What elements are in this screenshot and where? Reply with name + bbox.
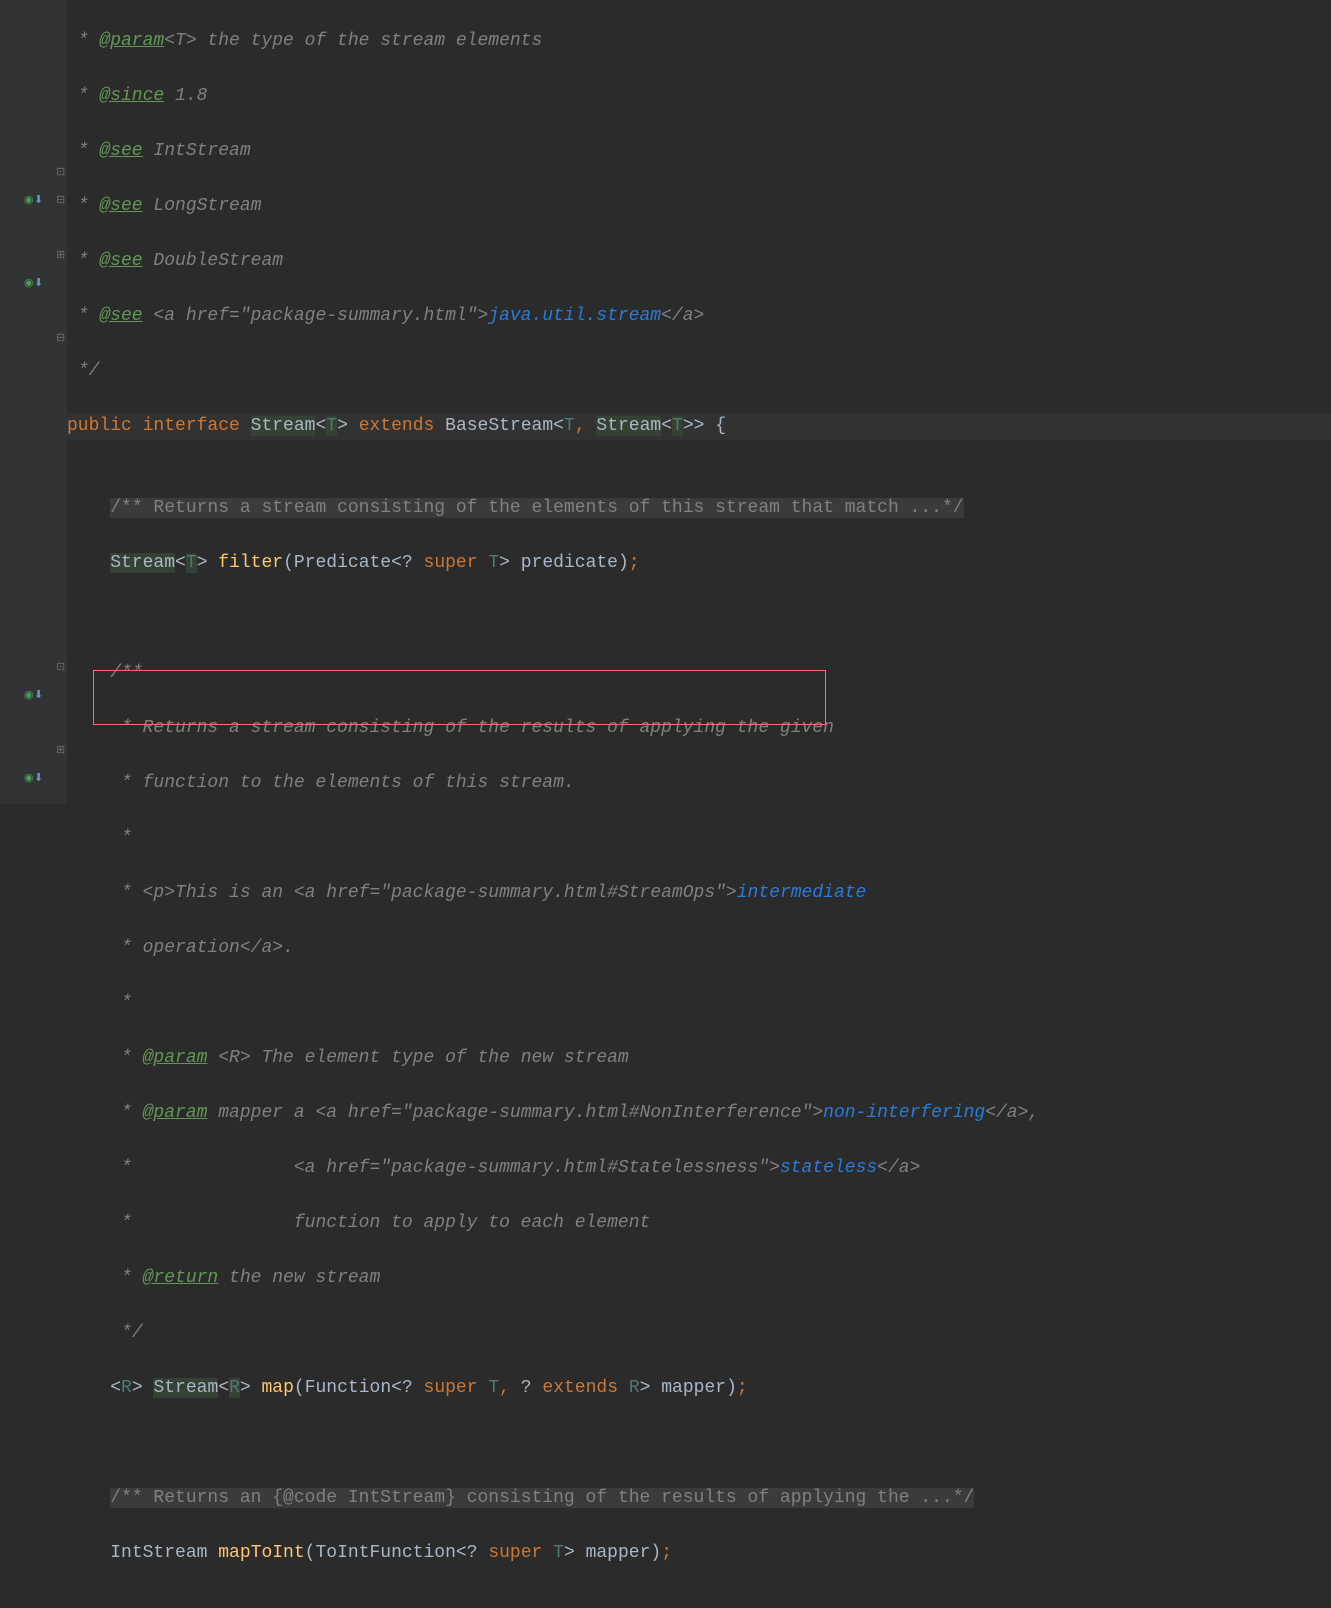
doc-line: * @since 1.8: [67, 83, 1331, 111]
override-arrow-icon[interactable]: ⬇: [34, 196, 43, 207]
override-arrow-icon[interactable]: ⬇: [34, 774, 43, 785]
doc-line: * operation</a>.: [67, 935, 1331, 963]
doc-line: * @param mapper a <a href="package-summa…: [67, 1100, 1331, 1128]
implements-icon[interactable]: ◉: [24, 774, 34, 785]
doc-line: *: [67, 990, 1331, 1018]
blank-line: [67, 605, 1331, 633]
doc-line: * @see LongStream: [67, 193, 1331, 221]
fold-minus-icon[interactable]: ⊟: [56, 334, 65, 345]
doc-line: * <p>This is an <a href="package-summary…: [67, 880, 1331, 908]
doc-line: * function to apply to each element: [67, 1210, 1331, 1238]
doc-line: * @see IntStream: [67, 138, 1331, 166]
doc-line: /**: [67, 660, 1331, 688]
method-map: <R> Stream<R> map(Function<? super T, ? …: [67, 1375, 1331, 1403]
fold-minus-icon[interactable]: ⊟: [56, 196, 65, 207]
code-editor: ⊡ ◉ ⬇ ⊟ ⊞ ◉ ⬇ ⊟ ⊡ ◉ ⬇ ⊞ ◉ ⬇ * @param<T> …: [0, 0, 1331, 804]
doc-line: * @see <a href="package-summary.html">ja…: [67, 303, 1331, 331]
folded-doc[interactable]: /** Returns an {@code IntStream} consist…: [67, 1485, 1331, 1513]
doc-line: * @param<T> the type of the stream eleme…: [67, 28, 1331, 56]
doc-line: */: [67, 358, 1331, 386]
doc-line: * function to the elements of this strea…: [67, 770, 1331, 798]
doc-line: */: [67, 1320, 1331, 1348]
code-area[interactable]: * @param<T> the type of the stream eleme…: [67, 0, 1331, 804]
fold-end-icon[interactable]: ⊡: [56, 168, 65, 179]
doc-line: * <a href="package-summary.html#Stateles…: [67, 1155, 1331, 1183]
doc-line: * @return the new stream: [67, 1265, 1331, 1293]
fold-end-icon[interactable]: ⊡: [56, 663, 65, 674]
implements-icon[interactable]: ◉: [24, 196, 34, 207]
folded-doc[interactable]: /** Returns a stream consisting of the e…: [67, 495, 1331, 523]
blank-line: [67, 440, 1331, 468]
implements-icon[interactable]: ◉: [24, 691, 34, 702]
doc-line: * Returns a stream consisting of the res…: [67, 715, 1331, 743]
doc-line: * @param <R> The element type of the new…: [67, 1045, 1331, 1073]
gutter: ⊡ ◉ ⬇ ⊟ ⊞ ◉ ⬇ ⊟ ⊡ ◉ ⬇ ⊞ ◉ ⬇: [0, 0, 67, 804]
implements-icon[interactable]: ◉: [24, 279, 34, 290]
override-arrow-icon[interactable]: ⬇: [34, 691, 43, 702]
method-filter: Stream<T> filter(Predicate<? super T> pr…: [67, 550, 1331, 578]
blank-line: [67, 1430, 1331, 1458]
doc-line: * @see DoubleStream: [67, 248, 1331, 276]
doc-line: *: [67, 825, 1331, 853]
method-maptoint: IntStream mapToInt(ToIntFunction<? super…: [67, 1540, 1331, 1568]
interface-declaration: public interface Stream<T> extends BaseS…: [67, 413, 1331, 441]
fold-plus-icon[interactable]: ⊞: [56, 251, 65, 262]
fold-plus-icon[interactable]: ⊞: [56, 746, 65, 757]
override-arrow-icon[interactable]: ⬇: [34, 279, 43, 290]
